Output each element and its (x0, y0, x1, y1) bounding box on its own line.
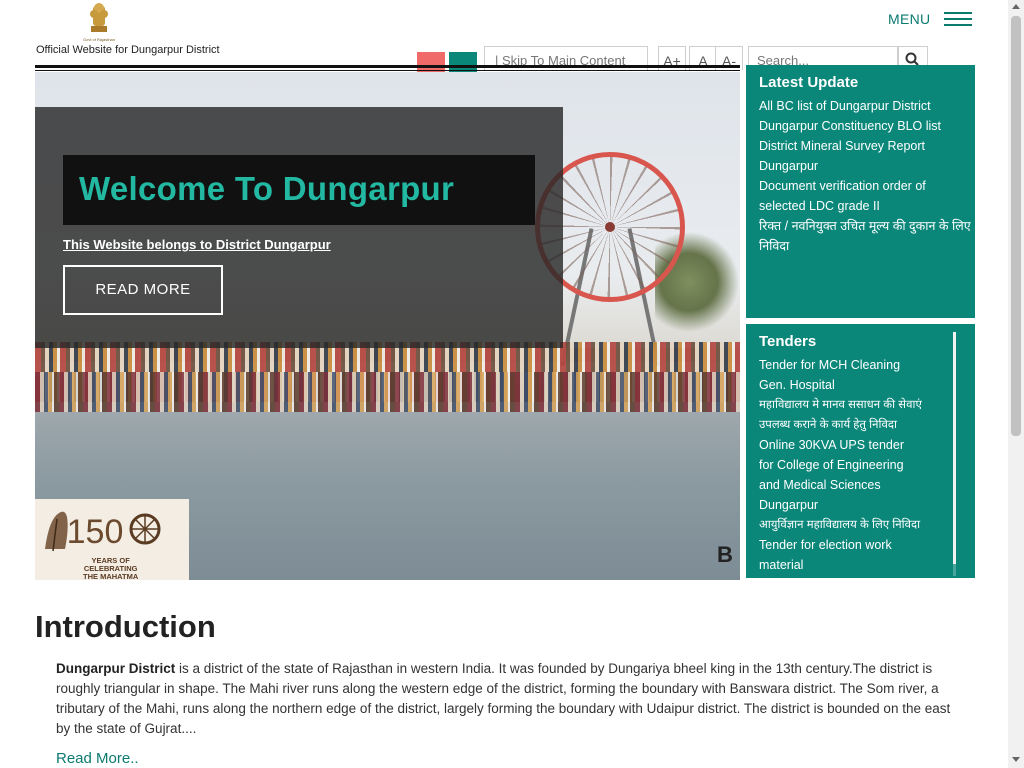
theme-teal-button[interactable] (449, 52, 477, 72)
latest-update-list: All BC list of Dungarpur District Dungar… (759, 96, 971, 256)
tender-item[interactable]: Tender for election work (759, 535, 922, 555)
latest-update-item[interactable]: District Mineral Survey Report (759, 136, 971, 156)
hero-subtitle-link[interactable]: This Website belongs to District Dungarp… (63, 237, 331, 252)
tenders-list: Tender for MCH Cleaning Gen. Hospital मह… (759, 355, 922, 575)
hero-read-more-button[interactable]: READ MORE (63, 265, 223, 315)
latest-update-item[interactable]: Document verification order of (759, 176, 971, 196)
gandhi-150-text: YEARS OF CELEBRATING THE MAHATMA (83, 556, 139, 581)
introduction-body: is a district of the state of Rajasthan … (56, 661, 951, 736)
page-scrollbar-thumb[interactable] (1011, 16, 1021, 436)
theme-red-button[interactable] (417, 52, 445, 72)
tender-item[interactable]: Tender for MCH Cleaning (759, 355, 922, 375)
introduction-lead: Dungarpur District (56, 661, 176, 676)
introduction-heading: Introduction (35, 609, 216, 644)
tender-item[interactable]: and Medical Sciences (759, 475, 922, 495)
latest-update-title: Latest Update (759, 74, 859, 91)
tender-item[interactable]: Gen. Hospital (759, 375, 922, 395)
header-divider (35, 65, 740, 68)
latest-update-item[interactable]: निविदा (759, 236, 971, 256)
tenders-panel: Tenders Tender for MCH Cleaning Gen. Hos… (746, 324, 975, 578)
svg-text:Govt of Rajasthan: Govt of Rajasthan (83, 37, 115, 42)
scroll-up-arrow-icon[interactable] (1012, 4, 1020, 9)
tender-item[interactable]: महाविद्यालय मे मानव ससाधन की सेवाएं (759, 395, 922, 415)
header-divider-thin (35, 70, 740, 71)
tenders-scrollbar-thumb[interactable] (953, 332, 956, 564)
latest-update-item[interactable]: Dungarpur Constituency BLO list (759, 116, 971, 136)
tenders-title: Tenders (759, 333, 817, 350)
tender-item[interactable]: material (759, 555, 922, 575)
menu-button[interactable]: MENU (888, 8, 972, 30)
hamburger-icon (944, 8, 972, 30)
hero-corner-letter: B (717, 542, 733, 567)
hero-banner: Welcome To Dungarpur This Website belong… (35, 72, 740, 580)
site-header: Govt of Rajasthan Official Website for D… (0, 0, 1008, 72)
scroll-down-arrow-icon[interactable] (1012, 757, 1020, 762)
menu-label: MENU (888, 11, 931, 27)
ferris-wheel-hub (605, 222, 615, 232)
gandhi-150-badge[interactable]: 150 YEARS OF CELEBRATING THE MAHATMA (35, 499, 189, 580)
latest-update-item[interactable]: All BC list of Dungarpur District (759, 96, 971, 116)
tender-item[interactable]: Online 30KVA UPS tender (759, 435, 922, 455)
tender-item[interactable]: आयुर्विज्ञान महाविद्यालय के लिए निविदा (759, 515, 922, 535)
latest-update-item[interactable]: Dungarpur (759, 156, 971, 176)
svg-text:150: 150 (67, 513, 124, 551)
site-tagline: Official Website for Dungarpur District (36, 44, 220, 56)
hero-title: Welcome To Dungarpur (79, 170, 455, 207)
introduction-text: Dungarpur District is a district of the … (56, 659, 960, 739)
state-emblem-icon[interactable]: Govt of Rajasthan (82, 2, 116, 44)
latest-update-panel: Latest Update All BC list of Dungarpur D… (746, 65, 975, 318)
latest-update-item[interactable]: रिक्त / नवनियुक्त उचित मूल्य की दुकान के… (759, 216, 971, 236)
introduction-read-more-link[interactable]: Read More.. (56, 750, 139, 767)
tender-item[interactable]: Dungarpur (759, 495, 922, 515)
latest-update-item[interactable]: selected LDC grade II (759, 196, 971, 216)
gandhi-150-logo-icon: 150 (45, 511, 161, 552)
tender-item[interactable]: for College of Engineering (759, 455, 922, 475)
tender-item[interactable]: उपलब्ध कराने के कार्य हेतु निविदा (759, 415, 922, 435)
